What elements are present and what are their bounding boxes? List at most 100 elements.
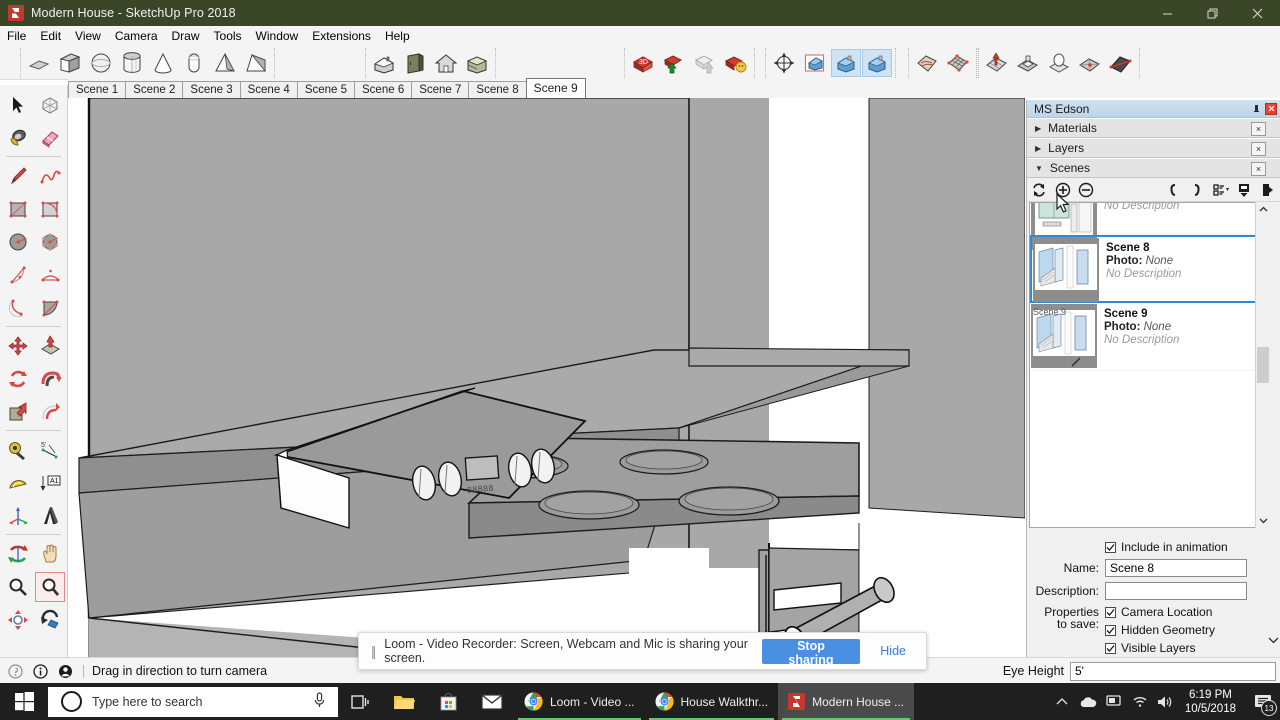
rotate-tool-icon[interactable]: [3, 364, 33, 394]
drawer-icon[interactable]: [462, 49, 492, 77]
prism-tool-icon[interactable]: [241, 49, 271, 77]
close-materials-icon[interactable]: ×: [1251, 122, 1266, 136]
scene-manager-icon[interactable]: [1256, 179, 1280, 201]
task-view-icon[interactable]: [338, 683, 382, 720]
scene-tab-9[interactable]: Scene 9: [525, 78, 586, 98]
previous-view-icon[interactable]: [35, 605, 65, 635]
orbit-tool-icon[interactable]: [3, 539, 33, 569]
list-item[interactable]: Scene 9 Scene 9 Photo: None No Descripti…: [1030, 303, 1261, 371]
close-layers-icon[interactable]: ×: [1251, 142, 1266, 156]
3d-warehouse-download-icon[interactable]: [690, 49, 720, 77]
offset-tool-icon[interactable]: [35, 397, 65, 427]
scene-tab-2[interactable]: Scene 2: [125, 81, 184, 98]
dimension-icon[interactable]: 5': [35, 435, 65, 465]
arc-tool-icon[interactable]: [3, 260, 33, 290]
close-scenes-icon[interactable]: ×: [1251, 162, 1266, 176]
minimize-icon[interactable]: [1145, 0, 1190, 26]
zoom-tool-icon[interactable]: [3, 572, 33, 602]
panel-header-scenes[interactable]: ▼ Scenes ×: [1027, 158, 1280, 178]
line-tool-icon[interactable]: [3, 161, 33, 191]
drag-grip-icon[interactable]: ||: [371, 643, 376, 659]
remove-scene-icon[interactable]: [1075, 179, 1099, 201]
taskbar-window-modern-house[interactable]: Modern House ...: [778, 683, 915, 720]
include-in-animation-checkbox[interactable]: [1105, 541, 1116, 553]
zoom-extents-icon[interactable]: [3, 605, 33, 635]
from-contours-icon[interactable]: [912, 49, 942, 77]
scene-name-input[interactable]: Scene 8: [1105, 559, 1247, 577]
close-icon[interactable]: [1265, 102, 1277, 115]
properties-scroll-down-icon[interactable]: [1268, 636, 1279, 646]
3d-viewport[interactable]: 88888: [69, 98, 1025, 657]
move-scene-left-icon[interactable]: [1161, 179, 1185, 201]
display-icon[interactable]: [1101, 683, 1127, 720]
three-point-arc-icon[interactable]: [3, 293, 33, 323]
hide-button[interactable]: Hide: [874, 643, 912, 659]
3d-warehouse-upload-icon[interactable]: [659, 49, 689, 77]
pan-tool-icon[interactable]: [35, 539, 65, 569]
restore-icon[interactable]: [1190, 0, 1235, 26]
scroll-up-icon[interactable]: [1256, 202, 1270, 217]
axes-tool-icon[interactable]: [3, 501, 33, 531]
info-icon[interactable]: [30, 661, 50, 681]
position-camera-icon[interactable]: [769, 49, 799, 77]
scene-tab-4[interactable]: Scene 4: [239, 81, 298, 98]
sphere-tool-icon[interactable]: [86, 49, 116, 77]
flip-edge-icon[interactable]: [1106, 49, 1136, 77]
3d-warehouse-icon[interactable]: 3D: [628, 49, 658, 77]
menu-tools[interactable]: Tools: [207, 27, 249, 45]
menu-extensions[interactable]: Extensions: [305, 27, 378, 45]
microsoft-store-icon[interactable]: [426, 683, 470, 720]
panel-header-materials[interactable]: ▶ Materials ×: [1027, 118, 1280, 138]
volume-icon[interactable]: [1153, 683, 1179, 720]
zoom-window-icon[interactable]: [34, 571, 65, 602]
from-scratch-icon[interactable]: [943, 49, 973, 77]
circle-tool-icon[interactable]: [3, 227, 33, 257]
view-options-icon[interactable]: [1209, 179, 1233, 201]
add-scene-icon[interactable]: [1051, 179, 1075, 201]
previous-view-icon[interactable]: [862, 49, 892, 77]
notification-icon[interactable]: 13: [1246, 683, 1280, 720]
protractor-icon[interactable]: [3, 468, 33, 498]
wifi-icon[interactable]: [1127, 683, 1153, 720]
make-component-icon[interactable]: [35, 90, 65, 120]
menu-edit[interactable]: Edit: [33, 27, 68, 45]
two-point-arc-icon[interactable]: [35, 260, 65, 290]
box-tool-icon[interactable]: [55, 49, 85, 77]
menu-help[interactable]: Help: [378, 27, 417, 45]
scene-list[interactable]: Photo: None No Description Scene 8 Photo…: [1029, 202, 1262, 528]
panel-header-layers[interactable]: ▶ Layers ×: [1027, 138, 1280, 158]
tips-icon[interactable]: [5, 661, 25, 681]
select-tool-icon[interactable]: [3, 90, 33, 120]
scene-tab-6[interactable]: Scene 6: [354, 81, 413, 98]
cabinet-icon[interactable]: [400, 49, 430, 77]
menu-view[interactable]: View: [68, 27, 108, 45]
move-scene-right-icon[interactable]: [1185, 179, 1209, 201]
save-option-hidden-geometry[interactable]: Hidden Geometry: [1105, 623, 1215, 637]
onedrive-icon[interactable]: [1075, 683, 1101, 720]
rectangle-tool-icon[interactable]: [3, 194, 33, 224]
scene-tab-7[interactable]: Scene 7: [411, 81, 470, 98]
close-icon[interactable]: [1235, 0, 1280, 26]
capsule-tool-icon[interactable]: [179, 49, 209, 77]
eraser-icon[interactable]: [35, 123, 65, 153]
scrollbar-thumb[interactable]: [1257, 347, 1269, 383]
camera-location-checkbox[interactable]: [1105, 606, 1116, 618]
scale-tool-icon[interactable]: [3, 397, 33, 427]
taskbar-window-loom[interactable]: Loom - Video ...: [514, 683, 645, 720]
follow-me-tool-icon[interactable]: [35, 364, 65, 394]
extension-warehouse-icon[interactable]: [721, 49, 751, 77]
scene-tab-8[interactable]: Scene 8: [468, 81, 527, 98]
show-hidden-icons-chevron[interactable]: [1049, 683, 1075, 720]
stop-sharing-button[interactable]: Stop sharing: [761, 638, 861, 667]
add-detail-icon[interactable]: [1075, 49, 1105, 77]
house-front-icon[interactable]: [431, 49, 461, 77]
drape-icon[interactable]: [1044, 49, 1074, 77]
scene-tab-1[interactable]: Scene 1: [68, 81, 127, 98]
visible-layers-checkbox[interactable]: [1105, 642, 1116, 654]
scene-description-input[interactable]: [1105, 582, 1247, 600]
look-around-icon[interactable]: [831, 49, 861, 77]
measurement-input[interactable]: 5': [1070, 661, 1276, 681]
scroll-down-icon[interactable]: [1256, 513, 1270, 528]
polygon-tool-icon[interactable]: [35, 227, 65, 257]
save-option-visible-layers[interactable]: Visible Layers: [1105, 641, 1215, 655]
